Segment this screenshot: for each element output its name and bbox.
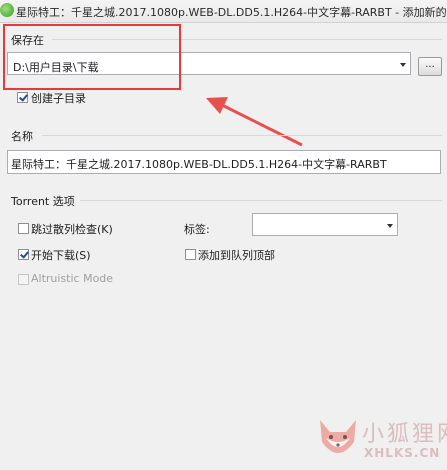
- torrent-options-group-label: Torrent 选项: [11, 195, 75, 208]
- watermark-text-en: XHLKS.CN: [364, 446, 441, 460]
- tags-combobox[interactable]: [252, 213, 398, 236]
- window-title: 星际特工：千星之城.2017.1080p.WEB-DL.DD5.1.H264-中…: [16, 6, 447, 19]
- name-group-divider: [42, 135, 442, 136]
- tags-label: 标签:: [184, 223, 210, 236]
- title-bar: 星际特工：千星之城.2017.1080p.WEB-DL.DD5.1.H264-中…: [0, 0, 447, 23]
- create-subfolder-checkbox[interactable]: [17, 92, 28, 103]
- annotation-arrow-icon: [206, 97, 303, 146]
- chevron-down-icon[interactable]: [387, 224, 393, 228]
- app-icon: [0, 3, 14, 17]
- site-watermark: 小狐狸网 XHLKS.CN: [316, 410, 447, 470]
- start-download-checkbox[interactable]: [18, 249, 29, 260]
- start-download-label: 开始下载(S): [31, 249, 91, 262]
- fox-logo-icon: [320, 420, 356, 453]
- altruistic-mode-checkbox[interactable]: [18, 274, 29, 285]
- skip-hash-check-label: 跳过散列检查(K): [31, 223, 113, 236]
- add-to-top-label: 添加到队列顶部: [198, 249, 275, 262]
- altruistic-mode-label: Altruistic Mode: [31, 272, 114, 285]
- create-subfolder-label: 创建子目录: [31, 92, 86, 105]
- chevron-down-icon[interactable]: [400, 63, 406, 67]
- add-to-top-checkbox[interactable]: [185, 249, 196, 260]
- torrent-name-field[interactable]: 星际特工：千星之城.2017.1080p.WEB-DL.DD5.1.H264-中…: [7, 150, 441, 174]
- torrent-name-value: 星际特工：千星之城.2017.1080p.WEB-DL.DD5.1.H264-中…: [11, 158, 387, 171]
- skip-hash-check-checkbox[interactable]: [18, 223, 29, 234]
- highlight-box: [3, 24, 181, 90]
- name-group-label: 名称: [11, 130, 33, 143]
- watermark-text-cn: 小狐狸网: [362, 422, 447, 447]
- browse-button[interactable]: ...: [418, 57, 442, 76]
- torrent-options-group-divider: [80, 200, 442, 201]
